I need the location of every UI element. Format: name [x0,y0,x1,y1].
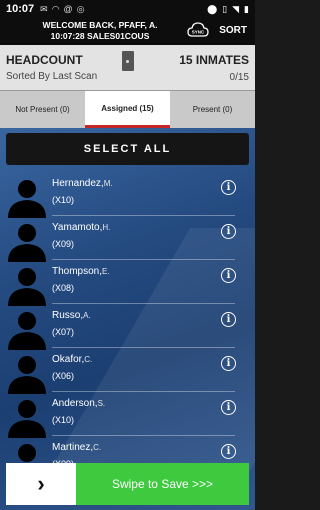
inmate-code: (X07) [52,327,75,337]
info-icon[interactable]: i [221,312,236,327]
avatar-silhouette-icon [8,356,46,394]
list-item[interactable]: Russo,A. (X07) i [0,304,255,350]
tab-present[interactable]: Present (0) [170,91,255,128]
inmate-name: Okafor,C. [52,354,93,365]
info-icon[interactable]: i [221,444,236,459]
info-icon[interactable]: i [221,180,236,195]
inmate-code: (X08) [52,283,75,293]
inmate-code: (X10) [52,415,75,425]
list-item[interactable]: Thompson,E. (X08) i [0,260,255,306]
select-all-button[interactable]: SELECT ALL [6,133,249,165]
inmate-list[interactable]: SELECT ALL Hernandez,M. (X10) i Yamamoto… [0,128,255,510]
avatar-silhouette-icon [8,268,46,306]
inmate-name: Anderson,S. [52,398,106,409]
avatar-silhouette-icon [8,400,46,438]
swipe-to-save-bar[interactable]: › Swipe to Save >>> [6,463,249,505]
battery-icon: ▮ [244,3,249,14]
swipe-handle-button[interactable]: › [6,463,76,505]
info-icon[interactable]: i [221,224,236,239]
avatar-silhouette-icon [8,224,46,262]
welcome-text: WELCOME BACK, PFAFF, A. [42,20,158,30]
avatar-silhouette-icon [8,312,46,350]
inmate-name: Martinez,C. [52,442,102,453]
sync-label: SYNC [192,30,205,35]
wifi-signal-icon: ◥ [232,3,240,14]
at-icon: @ [63,4,73,14]
status-bar: 10:07 ✉ ◠ @ ◎ ⬤ ▯ ◥ ▮ [0,0,255,18]
headcount-title: HEADCOUNT [6,53,83,67]
tab-not-present[interactable]: Not Present (0) [0,91,85,128]
chevron-right-icon: › [37,471,45,496]
cloud-sync-icon: SYNC [187,22,209,37]
inmate-name: Hernandez,M. [52,178,113,189]
inmate-count: 15 INMATES [179,53,249,67]
status-time: 10:07 [6,3,35,15]
inmate-code: (X06) [52,371,75,381]
device-id: SALES01COUS [87,31,150,41]
present-ratio: 0/15 [229,72,249,83]
swipe-save-label[interactable]: Swipe to Save >>> [76,463,249,505]
list-item[interactable]: Anderson,S. (X10) i [0,392,255,438]
avatar-silhouette-icon [8,180,46,218]
sync-button[interactable]: SYNC [187,21,209,39]
info-icon[interactable]: i [221,268,236,283]
headcount-panel: HEADCOUNT Sorted By Last Scan 15 INMATES… [0,45,255,90]
status-tabs: Not Present (0) Assigned (15) Present (0… [0,90,255,128]
app-header: WELCOME BACK, PFAFF, A. 10:07:28 SALES01… [0,18,255,45]
inmate-code: (X10) [52,195,75,205]
sort-description: Sorted By Last Scan [6,71,98,82]
inmate-name: Thompson,E. [52,266,110,277]
list-item[interactable]: Yamamoto,H. (X09) i [0,216,255,262]
vibrate-icon: ▯ [222,3,228,14]
wifi-icon: ◠ [51,3,60,14]
inmate-code: (X09) [52,239,75,249]
mail-icon: ✉ [40,3,48,14]
door-icon [122,51,134,71]
inmate-name: Russo,A. [52,310,91,321]
data-saver-icon: ◎ [76,3,85,14]
info-icon[interactable]: i [221,356,236,371]
list-item[interactable]: Hernandez,M. (X10) i [0,172,255,218]
tab-assigned[interactable]: Assigned (15) [85,91,170,128]
location-icon: ⬤ [207,3,218,14]
info-icon[interactable]: i [221,400,236,415]
welcome-block: WELCOME BACK, PFAFF, A. 10:07:28 SALES01… [0,20,200,42]
header-clock: 10:07:28 [50,31,85,41]
sort-button[interactable]: SORT [219,25,247,36]
inmate-name: Yamamoto,H. [52,222,111,233]
list-item[interactable]: Okafor,C. (X06) i [0,348,255,394]
